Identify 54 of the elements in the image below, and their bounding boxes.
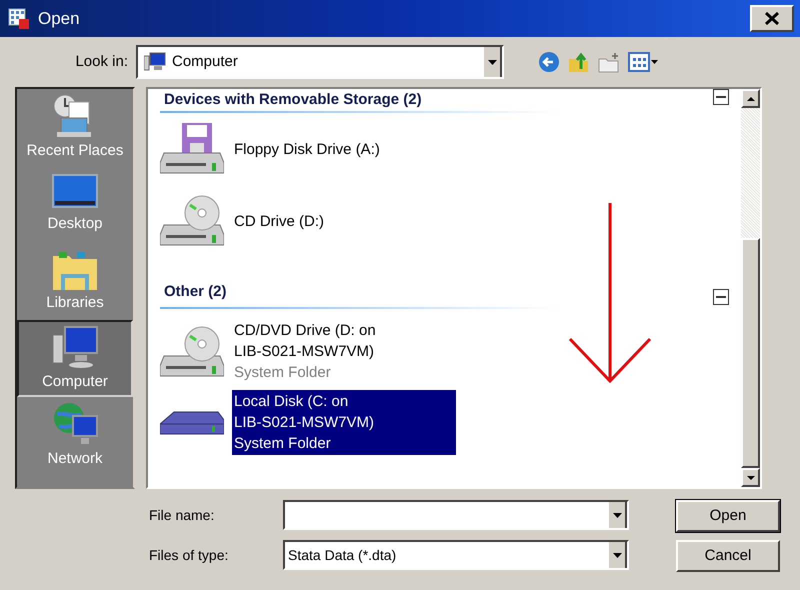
file-type-value: Stata Data (*.dta) xyxy=(287,546,398,565)
drive-label: Local Disk (C: on LIB-S021-MSW7VM) System Folder xyxy=(232,390,456,455)
group-header: Devices with Removable Storage (2) xyxy=(164,90,422,110)
drive-label: CD Drive (D:) xyxy=(233,212,325,232)
close-icon xyxy=(765,12,779,25)
place-item[interactable]: Libraries xyxy=(17,243,133,320)
cancel-button[interactable]: Cancel xyxy=(676,540,780,572)
down-arrow-icon xyxy=(746,476,754,480)
window-title: Open xyxy=(38,8,80,30)
collapse-toggle[interactable] xyxy=(713,89,729,105)
drive-item[interactable]: CD Drive (D:) xyxy=(160,195,741,247)
look-in-label: Look in: xyxy=(74,52,129,72)
drive-item[interactable]: CD/DVD Drive (D: on LIB-S021-MSW7VM) System Folder xyxy=(160,319,741,384)
view-menu-button[interactable] xyxy=(628,51,658,73)
place-item[interactable]: Computer xyxy=(17,320,133,397)
cd-drive-icon xyxy=(160,326,224,378)
file-type-dropdown[interactable]: Stata Data (*.dta) xyxy=(283,540,629,570)
dropdown-button[interactable] xyxy=(482,47,502,77)
scroll-down-button[interactable] xyxy=(741,468,760,487)
caret-icon xyxy=(488,60,496,64)
file-name-dropdown[interactable] xyxy=(283,500,629,530)
file-name-label: File name: xyxy=(148,506,216,524)
minus-icon xyxy=(716,96,726,98)
caret-icon xyxy=(612,512,622,518)
cd-drive-icon xyxy=(160,195,224,247)
group-header: Other (2) xyxy=(164,282,227,302)
place-item[interactable]: Desktop xyxy=(17,166,133,243)
scroll-up-button[interactable] xyxy=(741,89,760,108)
close-button[interactable] xyxy=(750,5,794,32)
scroll-thumb[interactable] xyxy=(741,238,760,468)
computer-icon xyxy=(144,52,166,72)
look-in-value: Computer xyxy=(172,52,239,72)
dropdown-button[interactable] xyxy=(607,502,627,528)
drive-type: System Folder xyxy=(234,363,332,383)
file-type-label: Files of type: xyxy=(148,546,230,565)
caret-icon xyxy=(612,552,622,558)
drive-item[interactable]: Floppy Disk Drive (A:) xyxy=(160,123,741,175)
place-item[interactable]: Network xyxy=(17,397,133,474)
look-in-dropdown[interactable]: Computer xyxy=(136,45,504,79)
dropdown-button[interactable] xyxy=(607,542,627,568)
up-arrow-icon xyxy=(746,96,754,100)
place-item[interactable]: Recent Places xyxy=(17,89,133,166)
drive-label: Floppy Disk Drive (A:) xyxy=(233,140,381,160)
open-button[interactable]: Open xyxy=(676,500,780,532)
collapse-toggle[interactable] xyxy=(713,289,729,305)
vertical-scrollbar[interactable] xyxy=(741,89,760,487)
drive-item[interactable]: Local Disk (C: on LIB-S021-MSW7VM) System Folder xyxy=(160,390,741,455)
new-folder-button[interactable] xyxy=(598,51,620,73)
app-icon xyxy=(8,8,30,30)
minus-icon xyxy=(716,296,726,298)
back-button[interactable] xyxy=(538,51,560,73)
drive-type: System Folder xyxy=(234,434,332,454)
floppy-drive-icon xyxy=(160,123,224,175)
drive-label: CD/DVD Drive (D: on LIB-S021-MSW7VM) System Folder xyxy=(233,321,377,384)
